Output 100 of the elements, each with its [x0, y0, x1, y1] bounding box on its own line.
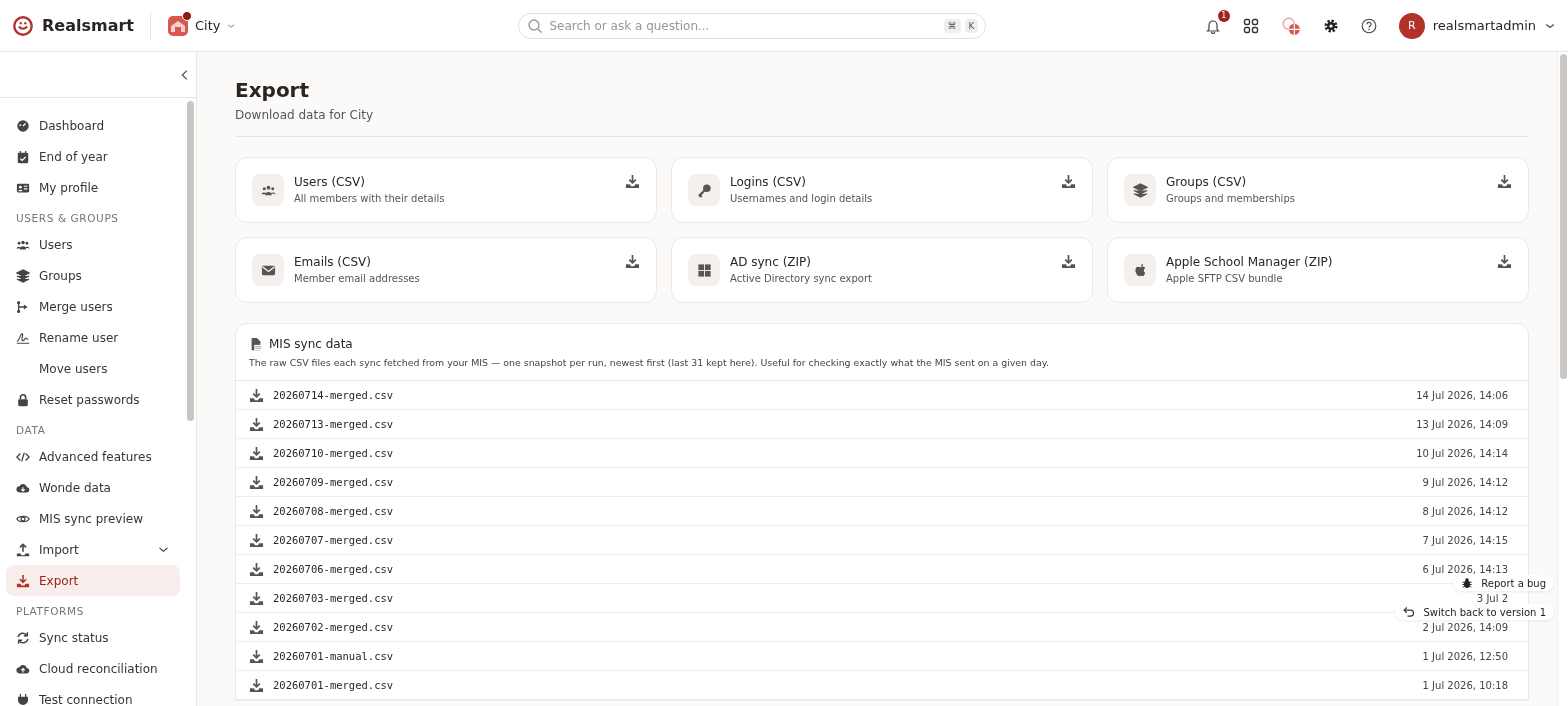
csv-file-icon — [249, 337, 263, 351]
export-description: Usernames and login details — [730, 193, 874, 204]
file-name[interactable]: 20260706-merged.csv — [273, 563, 394, 575]
file-name[interactable]: 20260701-manual.csv — [273, 650, 394, 662]
download-icon — [1061, 254, 1076, 269]
section-heading: PLATFORMS — [15, 604, 85, 619]
sidebar-item[interactable]: End of year — [6, 141, 180, 172]
export-card[interactable]: Groups (CSV) Groups and memberships — [1107, 157, 1529, 223]
file-name[interactable]: 20260713-merged.csv — [273, 418, 394, 430]
download-icon — [1061, 174, 1076, 189]
download-button[interactable] — [249, 677, 264, 693]
file-date: 3 Jul 2 — [1476, 592, 1508, 604]
download-button[interactable] — [249, 474, 264, 490]
scrollbar-thumb[interactable] — [187, 101, 194, 421]
download-button[interactable] — [249, 387, 264, 403]
download-button[interactable] — [249, 619, 264, 635]
download-icon — [249, 387, 264, 403]
sidebar-item[interactable]: Wonde data — [6, 472, 180, 503]
download-icon — [1497, 254, 1512, 269]
file-name[interactable]: 20260707-merged.csv — [273, 534, 394, 546]
globe-button[interactable] — [1280, 15, 1301, 36]
settings-button[interactable] — [1322, 17, 1339, 34]
download-button[interactable] — [249, 561, 264, 577]
help-button[interactable] — [1360, 17, 1377, 34]
brand-name: Realsmart — [42, 16, 134, 35]
export-title: Logins (CSV) — [730, 175, 807, 189]
download-icon — [1497, 174, 1512, 189]
section-heading: DATA — [15, 423, 47, 438]
sidebar-item[interactable]: Users — [6, 229, 180, 260]
sidebar-item[interactable]: Move users — [6, 353, 180, 384]
sidebar-item[interactable]: Export — [6, 565, 180, 596]
school-building-icon — [167, 14, 189, 37]
section-heading: USERS & GROUPS — [15, 211, 120, 226]
download-button[interactable] — [625, 254, 640, 269]
download-button[interactable] — [249, 648, 264, 664]
sidebar-item[interactable]: Cloud reconciliation — [6, 653, 180, 684]
file-date: 2 Jul 2026, 14:09 — [1422, 621, 1508, 633]
download-icon — [16, 573, 30, 588]
key-icon — [696, 182, 712, 198]
user-menu[interactable]: R realsmartadmin — [1398, 12, 1556, 39]
file-name[interactable]: 20260702-merged.csv — [273, 621, 394, 633]
export-description: Member email addresses — [294, 273, 421, 284]
download-button[interactable] — [249, 590, 264, 606]
file-name[interactable]: 20260714-merged.csv — [273, 389, 394, 401]
download-button[interactable] — [1497, 254, 1512, 269]
floating-action-button[interactable]: Switch back to version 1 — [1395, 604, 1554, 620]
file-date: 8 Jul 2026, 14:12 — [1422, 505, 1508, 517]
download-button[interactable] — [1497, 174, 1512, 189]
file-name[interactable]: 20260703-merged.csv — [273, 592, 394, 604]
download-button[interactable] — [625, 174, 640, 189]
layers-icon — [16, 268, 30, 283]
sidebar-item[interactable]: Merge users — [6, 291, 180, 322]
sidebar-item[interactable]: Advanced features — [6, 441, 180, 472]
download-button[interactable] — [249, 416, 264, 432]
scrollbar-thumb[interactable] — [1560, 54, 1567, 379]
sidebar-item[interactable]: Rename user — [6, 322, 180, 353]
download-button[interactable] — [249, 503, 264, 519]
file-name[interactable]: 20260710-merged.csv — [273, 447, 394, 459]
file-date: 1 Jul 2026, 12:50 — [1422, 650, 1508, 662]
apps-button[interactable] — [1242, 17, 1259, 34]
sidebar-item[interactable]: Test connection — [6, 684, 180, 706]
page-title: Export — [235, 78, 311, 102]
file-date: 6 Jul 2026, 14:13 — [1422, 563, 1508, 575]
sidebar-item[interactable]: Groups — [6, 260, 180, 291]
notifications-button[interactable] — [1204, 17, 1221, 34]
download-icon — [249, 590, 264, 606]
download-icon — [625, 254, 640, 269]
download-icon — [249, 561, 264, 577]
download-icon — [249, 503, 264, 519]
export-card[interactable]: Logins (CSV) Usernames and login details — [671, 157, 1093, 223]
sidebar-item[interactable]: Dashboard — [6, 110, 180, 141]
apple-icon — [1132, 262, 1148, 278]
upload-icon — [16, 542, 30, 557]
page-subtitle: Download data for City — [235, 108, 1529, 137]
sidebar-item[interactable]: My profile — [6, 172, 180, 203]
export-card[interactable]: Users (CSV) All members with their details — [235, 157, 657, 223]
file-date: 10 Jul 2026, 14:14 — [1416, 447, 1508, 459]
export-card[interactable]: Apple School Manager (ZIP) Apple SFTP CSV bundle — [1107, 237, 1529, 303]
sync-icon — [16, 630, 30, 645]
export-card[interactable]: AD sync (ZIP) Active Directory sync export — [671, 237, 1093, 303]
file-name[interactable]: 20260709-merged.csv — [273, 476, 394, 488]
export-description: Apple SFTP CSV bundle — [1166, 273, 1284, 284]
sidebar-item[interactable]: Reset passwords — [6, 384, 180, 415]
calendar-icon — [16, 149, 30, 164]
download-button[interactable] — [249, 532, 264, 548]
export-card[interactable]: Emails (CSV) Member email addresses — [235, 237, 657, 303]
plug-icon — [16, 692, 30, 706]
sidebar-item[interactable]: Sync status — [6, 622, 180, 653]
file-date: 7 Jul 2026, 14:15 — [1422, 534, 1508, 546]
download-button[interactable] — [1061, 174, 1076, 189]
file-name[interactable]: 20260701-merged.csv — [273, 679, 394, 691]
organisation-switcher[interactable]: City — [167, 14, 237, 37]
download-icon — [249, 445, 264, 461]
export-title: Apple School Manager (ZIP) — [1166, 255, 1334, 269]
download-button[interactable] — [1061, 254, 1076, 269]
sidebar-item[interactable]: MIS sync preview — [6, 503, 180, 534]
floating-action-button[interactable]: Report a bug — [1453, 575, 1554, 591]
download-button[interactable] — [249, 445, 264, 461]
file-name[interactable]: 20260708-merged.csv — [273, 505, 394, 517]
sidebar-item[interactable]: Import — [6, 534, 180, 565]
